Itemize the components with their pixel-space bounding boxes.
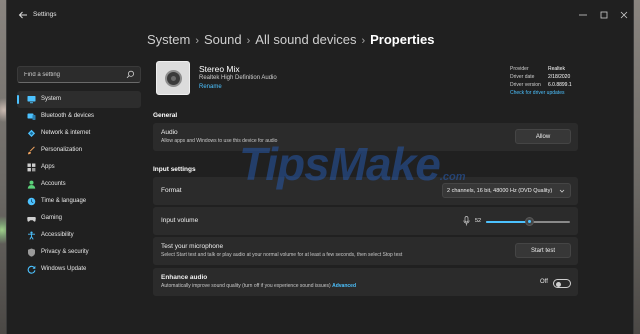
- sidebar-item-label: System: [41, 96, 62, 102]
- enhance-audio-desc-text: Automatically improve sound quality (tur…: [161, 283, 331, 289]
- test-microphone-card: Test your microphone Select Start test a…: [153, 237, 578, 265]
- device-description: Realtek High Definition Audio: [199, 75, 277, 81]
- provider-key: Provider: [510, 66, 529, 72]
- enhance-audio-title: Enhance audio: [161, 274, 208, 281]
- settings-window: Settings System Bluetooth & devices Netw…: [6, 0, 634, 334]
- device-name: Stereo Mix: [199, 64, 240, 74]
- sidebar-item-accounts[interactable]: Accounts: [17, 176, 141, 193]
- search-box[interactable]: [17, 66, 141, 83]
- sidebar-item-personalization[interactable]: Personalization: [17, 142, 141, 159]
- sidebar-item-label: Gaming: [41, 215, 63, 221]
- input-volume-value: 52: [475, 218, 482, 224]
- chevron-right-icon: ›: [195, 35, 200, 47]
- sidebar-item-time-language[interactable]: Time & language: [17, 193, 141, 210]
- microphone-icon: [463, 216, 470, 226]
- sidebar-item-label: Accessibility: [41, 232, 74, 238]
- enhance-audio-description: Automatically improve sound quality (tur…: [161, 283, 356, 289]
- sidebar-item-bluetooth-devices[interactable]: Bluetooth & devices: [17, 108, 141, 125]
- driver-version-value: 6.0.8899.1: [548, 82, 572, 88]
- sidebar-item-label: Windows Update: [41, 266, 87, 272]
- driver-date-key: Driver date: [510, 74, 535, 80]
- monitor-icon: [27, 96, 36, 104]
- driver-version-key: Driver version: [510, 82, 541, 88]
- watermark-text: TipsMake: [239, 138, 441, 190]
- sidebar-item-network[interactable]: Network & internet: [17, 125, 141, 142]
- sidebar-item-label: Apps: [41, 164, 55, 170]
- input-volume-fill: [486, 221, 530, 223]
- shield-icon: [28, 248, 35, 257]
- allow-button[interactable]: Allow: [515, 129, 571, 144]
- speaker-icon: [156, 61, 190, 95]
- search-icon[interactable]: [126, 70, 135, 79]
- close-icon[interactable]: [617, 9, 631, 21]
- input-volume-thumb[interactable]: [525, 217, 535, 226]
- sidebar-item-label: Accounts: [41, 181, 66, 187]
- search-input[interactable]: [24, 70, 124, 80]
- back-arrow-icon[interactable]: [17, 9, 29, 21]
- sidebar-item-label: Bluetooth & devices: [41, 113, 95, 119]
- update-icon: [27, 265, 36, 274]
- maximize-icon[interactable]: [597, 9, 611, 21]
- driver-date-value: 2/18/2020: [548, 74, 571, 80]
- sidebar-item-privacy-security[interactable]: Privacy & security: [17, 244, 141, 261]
- chevron-right-icon: ›: [361, 35, 366, 47]
- rename-link[interactable]: Rename: [199, 84, 222, 90]
- audio-title: Audio: [161, 129, 178, 136]
- input-volume-card: Input volume 52: [153, 207, 578, 235]
- watermark-suffix: .com: [439, 171, 466, 183]
- driver-info-row: Driver date 2/18/2020: [510, 73, 580, 81]
- provider-value: Realtek: [548, 66, 565, 72]
- general-header: General: [153, 112, 178, 119]
- driver-info-row: Check for driver updates: [510, 89, 580, 97]
- driver-info: Provider Realtek Driver date 2/18/2020 D…: [510, 65, 580, 97]
- sidebar-item-label: Time & language: [41, 198, 87, 204]
- sidebar-item-label: Personalization: [41, 147, 83, 153]
- sidebar-nav: System Bluetooth & devices Network & int…: [17, 91, 141, 278]
- wifi-icon: [27, 129, 36, 137]
- sidebar-item-label: Network & internet: [41, 130, 91, 136]
- enhance-audio-toggle[interactable]: [553, 279, 571, 288]
- driver-info-row: Driver version 6.0.8899.1: [510, 81, 580, 89]
- breadcrumb-system[interactable]: System: [147, 32, 190, 47]
- chevron-down-icon: [559, 189, 565, 193]
- title-bar: Settings: [7, 0, 633, 30]
- start-test-button[interactable]: Start test: [515, 243, 571, 258]
- input-settings-header: Input settings: [153, 166, 196, 173]
- test-microphone-description: Select Start test and talk or play audio…: [161, 252, 403, 258]
- clock-globe-icon: [27, 197, 36, 206]
- sidebar-item-label: Privacy & security: [41, 249, 89, 255]
- input-volume-slider[interactable]: [486, 217, 570, 226]
- enhance-state-label: Off: [540, 279, 548, 285]
- breadcrumb-all-sound-devices[interactable]: All sound devices: [255, 32, 356, 47]
- sidebar-item-apps[interactable]: Apps: [17, 159, 141, 176]
- input-volume-label: Input volume: [161, 217, 199, 224]
- sidebar-item-windows-update[interactable]: Windows Update: [17, 261, 141, 278]
- bluetooth-icon: [27, 113, 36, 120]
- enhance-audio-card: Enhance audio Automatically improve soun…: [153, 268, 578, 296]
- minimize-icon[interactable]: [576, 9, 590, 21]
- format-label: Format: [161, 187, 182, 194]
- page-title: Properties: [370, 32, 435, 47]
- sidebar-item-accessibility[interactable]: Accessibility: [17, 227, 141, 244]
- apps-icon: [27, 163, 36, 172]
- chevron-right-icon: ›: [246, 35, 251, 47]
- test-microphone-title: Test your microphone: [161, 243, 224, 250]
- person-icon: [27, 180, 36, 189]
- sidebar-item-system[interactable]: System: [17, 91, 141, 108]
- brush-icon: [28, 146, 35, 155]
- gamepad-icon: [27, 217, 36, 222]
- window-title: Settings: [33, 11, 57, 18]
- breadcrumb: System › Sound › All sound devices › Propertie…: [147, 32, 434, 47]
- advanced-link[interactable]: Advanced: [332, 283, 356, 289]
- accessibility-icon: [28, 231, 35, 240]
- driver-info-row: Provider Realtek: [510, 65, 580, 73]
- watermark-logo: TipsMake.com: [239, 137, 465, 191]
- sidebar-item-gaming[interactable]: Gaming: [17, 210, 141, 227]
- check-driver-updates-link[interactable]: Check for driver updates: [510, 89, 564, 97]
- breadcrumb-sound[interactable]: Sound: [204, 32, 242, 47]
